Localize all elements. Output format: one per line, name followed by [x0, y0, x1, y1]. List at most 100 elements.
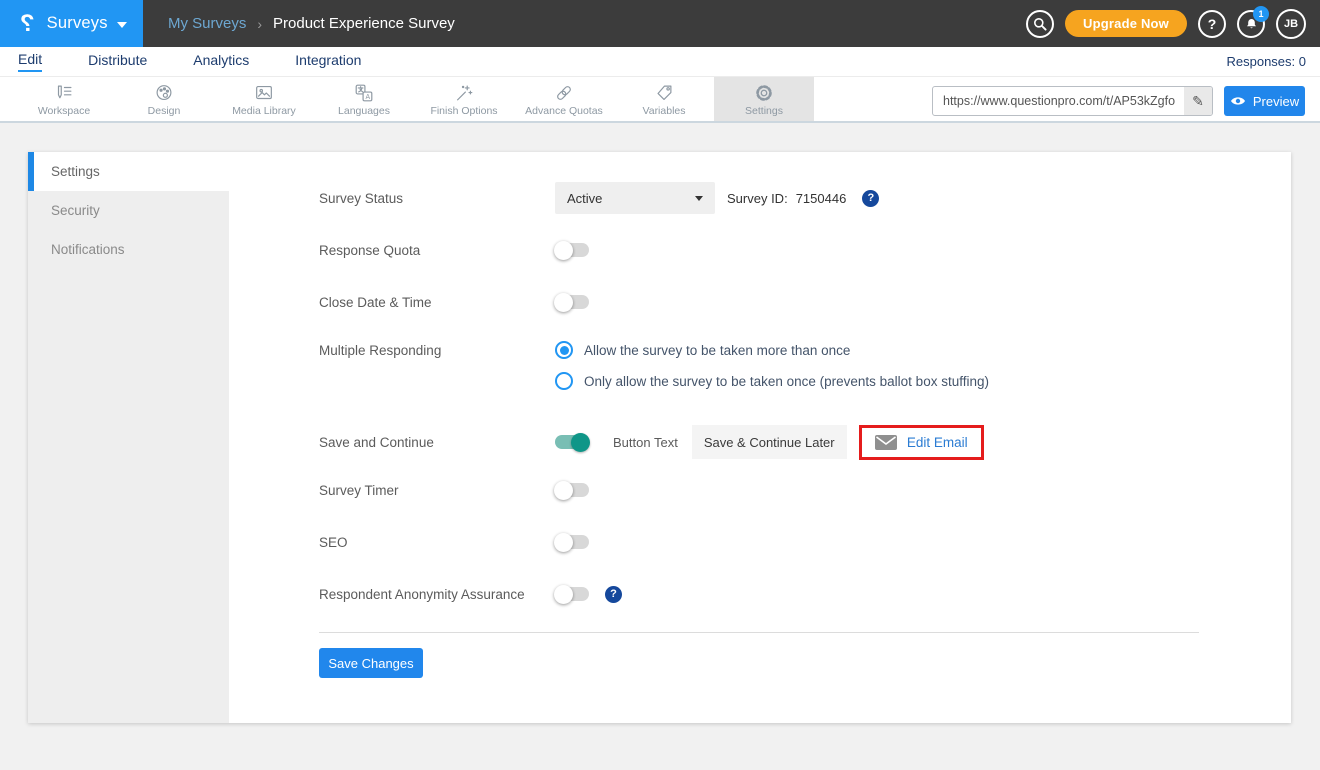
app-logo-block[interactable]: ? Surveys [0, 0, 143, 47]
caret-down-icon [117, 22, 127, 28]
multiple-responding-label: Multiple Responding [319, 338, 555, 358]
button-text-input[interactable] [692, 425, 847, 459]
survey-timer-row: Survey Timer [319, 474, 1291, 506]
toggle-knob [554, 293, 573, 312]
toggle-knob [554, 585, 573, 604]
questionpro-logo-icon: ? [20, 12, 35, 36]
multiple-responding-row: Multiple Responding Allow the survey to … [319, 338, 1291, 402]
save-and-continue-label: Save and Continue [319, 435, 555, 450]
toolbar-label: Design [148, 105, 181, 117]
edit-email-link[interactable]: Edit Email [907, 435, 968, 450]
seo-label: SEO [319, 535, 555, 550]
radio-option-only-once[interactable]: Only allow the survey to be taken once (… [555, 372, 989, 390]
toolbar-item-media-library[interactable]: Media Library [214, 77, 314, 121]
survey-url-input[interactable] [933, 87, 1184, 115]
settings-card: Settings Security Notifications Survey S… [28, 152, 1291, 723]
survey-timer-toggle[interactable] [555, 483, 589, 497]
toolbar-item-design[interactable]: Design [114, 77, 214, 121]
response-quota-row: Response Quota [319, 234, 1291, 266]
toolbar-label: Languages [338, 105, 390, 117]
toolbar-label: Variables [643, 105, 686, 117]
avatar[interactable]: JB [1276, 9, 1306, 39]
breadcrumb: My Surveys › Product Experience Survey [168, 15, 455, 32]
topbar-actions: Upgrade Now ? 1 JB [1026, 0, 1306, 47]
breadcrumb-separator: › [257, 16, 262, 32]
seo-toggle[interactable] [555, 535, 589, 549]
top-bar: ? Surveys My Surveys › Product Experienc… [0, 0, 1320, 47]
button-text-label: Button Text [613, 435, 678, 450]
section-divider [319, 632, 1199, 633]
gear-icon [753, 82, 775, 104]
magic-wand-icon [453, 82, 475, 104]
envelope-icon [875, 435, 897, 450]
tab-integration[interactable]: Integration [295, 52, 361, 71]
settings-sidebar: Settings Security Notifications [28, 152, 229, 723]
upgrade-now-button[interactable]: Upgrade Now [1065, 10, 1187, 37]
radio-option-allow-multiple[interactable]: Allow the survey to be taken more than o… [555, 341, 989, 359]
toolbar-label: Finish Options [430, 105, 497, 117]
tab-distribute[interactable]: Distribute [88, 52, 147, 71]
search-icon [1032, 16, 1048, 32]
radio-unselected-icon [555, 372, 573, 390]
toolbar-item-advance-quotas[interactable]: Advance Quotas [514, 77, 614, 121]
tab-analytics[interactable]: Analytics [193, 52, 249, 71]
save-and-continue-row: Save and Continue Button Text Edit Email [319, 422, 1291, 462]
toggle-knob [554, 481, 573, 500]
close-date-row: Close Date & Time [319, 286, 1291, 318]
survey-url-box: ✎ [932, 86, 1213, 116]
survey-timer-label: Survey Timer [319, 483, 555, 498]
save-and-continue-toggle[interactable] [555, 435, 589, 449]
respondent-anonymity-help-button[interactable]: ? [605, 586, 622, 603]
question-icon: ? [610, 588, 617, 600]
respondent-anonymity-row: Respondent Anonymity Assurance ? [319, 578, 1291, 610]
response-quota-label: Response Quota [319, 243, 555, 258]
sidebar-item-security[interactable]: Security [28, 191, 229, 230]
toolbar-item-languages[interactable]: A Languages [314, 77, 414, 121]
question-icon: ? [1208, 16, 1217, 32]
save-changes-button[interactable]: Save Changes [319, 648, 423, 678]
survey-id-label: Survey ID: [727, 191, 788, 206]
preview-label: Preview [1253, 94, 1299, 109]
notifications-button[interactable]: 1 [1237, 10, 1265, 38]
survey-id-help-button[interactable]: ? [862, 190, 879, 207]
response-quota-toggle[interactable] [555, 243, 589, 257]
pencil-icon: ✎ [1192, 93, 1204, 110]
pencil-lines-icon [53, 82, 75, 104]
toolbar-item-variables[interactable]: Variables [614, 77, 714, 121]
survey-nav: Edit Distribute Analytics Integration Re… [0, 47, 1320, 76]
toolbar-item-settings[interactable]: Settings [714, 77, 814, 121]
help-button[interactable]: ? [1198, 10, 1226, 38]
radio-option-label: Allow the survey to be taken more than o… [584, 343, 850, 358]
tab-edit[interactable]: Edit [18, 51, 42, 72]
toolbar-label: Media Library [232, 105, 296, 117]
product-switcher: Surveys [47, 14, 108, 33]
toggle-knob [554, 241, 573, 260]
breadcrumb-my-surveys[interactable]: My Surveys [168, 15, 246, 32]
sidebar-item-settings[interactable]: Settings [28, 152, 229, 191]
survey-status-select[interactable]: Active [555, 182, 715, 214]
palette-icon [153, 82, 175, 104]
close-date-label: Close Date & Time [319, 295, 555, 310]
toggle-knob [571, 433, 590, 452]
respondent-anonymity-toggle[interactable] [555, 587, 589, 601]
preview-button[interactable]: Preview [1224, 86, 1305, 116]
eye-icon [1230, 95, 1246, 107]
sidebar-item-notifications[interactable]: Notifications [28, 230, 229, 269]
toolbar-item-workspace[interactable]: Workspace [14, 77, 114, 121]
toggle-knob [554, 533, 573, 552]
toolbar-item-finish-options[interactable]: Finish Options [414, 77, 514, 121]
toolbar-label: Workspace [38, 105, 90, 117]
close-date-toggle[interactable] [555, 295, 589, 309]
caret-down-icon [695, 196, 703, 201]
breadcrumb-current-survey: Product Experience Survey [273, 15, 455, 32]
edit-toolbar: Workspace Design Media Library A Languag… [0, 76, 1320, 123]
multiple-responding-options: Allow the survey to be taken more than o… [555, 338, 989, 390]
toolbar-label: Advance Quotas [525, 105, 603, 117]
search-button[interactable] [1026, 10, 1054, 38]
edit-url-button[interactable]: ✎ [1184, 87, 1212, 115]
respondent-anonymity-label: Respondent Anonymity Assurance [319, 587, 555, 602]
notification-badge: 1 [1253, 6, 1269, 22]
toolbar-label: Settings [745, 105, 783, 117]
annotation-highlight: Edit Email [859, 425, 984, 460]
translate-icon: A [353, 82, 375, 104]
